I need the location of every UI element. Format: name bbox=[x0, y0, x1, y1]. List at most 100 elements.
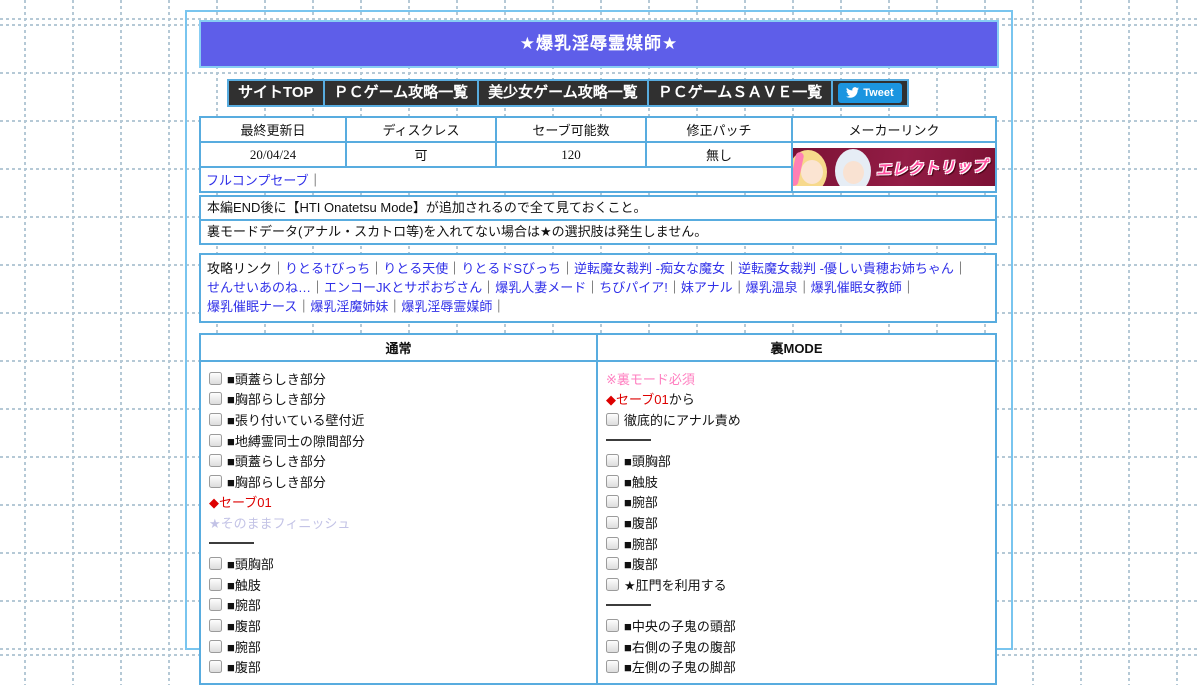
choice-checkbox[interactable] bbox=[606, 515, 619, 529]
choice-item[interactable]: ■腕部 bbox=[209, 595, 590, 616]
page-title: ★爆乳淫辱霊媒師★ bbox=[199, 20, 999, 68]
choice-checkbox[interactable] bbox=[209, 454, 222, 468]
choice-item[interactable]: ■張り付いている壁付近 bbox=[209, 409, 590, 430]
choice-item[interactable]: ■右側の子鬼の腹部 bbox=[606, 636, 989, 657]
choice-item[interactable]: ■胸部らしき部分 bbox=[209, 471, 590, 492]
choice-item[interactable]: ■腕部 bbox=[209, 636, 590, 657]
choice-checkbox[interactable] bbox=[606, 495, 619, 509]
choice-checkbox[interactable] bbox=[209, 639, 222, 653]
choice-item[interactable]: ■腹部 bbox=[209, 656, 590, 677]
walkthrough-link[interactable]: ちびパイア! bbox=[599, 280, 668, 295]
choice-checkbox[interactable] bbox=[606, 454, 619, 468]
walkthrough-link[interactable]: 爆乳淫魔姉妹 bbox=[310, 299, 388, 314]
info-header-maker-link: メーカーリンク bbox=[791, 116, 997, 143]
item-text: ■腕部 bbox=[624, 495, 658, 511]
nav-button-0[interactable]: サイトTOP bbox=[229, 81, 323, 105]
tweet-button[interactable]: Tweet bbox=[838, 83, 902, 103]
choice-checkbox[interactable] bbox=[209, 598, 222, 612]
walkthrough-link[interactable]: りとる†びっち bbox=[285, 261, 370, 276]
walkthrough-link[interactable]: 妹アナル bbox=[681, 280, 733, 295]
choice-item[interactable]: 徹底的にアナル責め bbox=[606, 409, 989, 430]
banner-blonde-face bbox=[801, 160, 823, 184]
choice-item[interactable]: ■頭蓋らしき部分 bbox=[209, 450, 590, 471]
walkthrough-link[interactable]: りとる天使 bbox=[383, 261, 448, 276]
item-text: 徹底的にアナル責め bbox=[624, 412, 741, 428]
choice-checkbox[interactable] bbox=[606, 412, 619, 426]
maker-banner-cell: エレクトリップ bbox=[791, 141, 997, 193]
banner-brand-text: エレクトリップ bbox=[875, 158, 989, 179]
item-text: ◆セーブ01 bbox=[209, 495, 272, 511]
choice-item[interactable]: ■左側の子鬼の脚部 bbox=[606, 656, 989, 677]
choice-item[interactable]: ★肛門を利用する bbox=[606, 574, 989, 595]
link-separator: ｜ bbox=[797, 280, 811, 295]
link-separator: ｜ bbox=[560, 261, 574, 276]
choice-checkbox[interactable] bbox=[209, 557, 222, 571]
maker-banner[interactable]: エレクトリップ bbox=[793, 148, 995, 186]
choice-checkbox[interactable] bbox=[209, 433, 222, 447]
choice-item[interactable]: ■腹部 bbox=[606, 553, 989, 574]
walkthrough-link[interactable]: 爆乳催眠女教師 bbox=[811, 280, 902, 295]
nav-button-3[interactable]: ＰＣゲームＳＡＶＥ一覧 bbox=[648, 81, 832, 105]
note-hti-mode: 本編END後に【HTI Onatetsu Mode】が追加されるので全て見ておく… bbox=[207, 200, 647, 215]
fullcomp-save-link[interactable]: フルコンプセーブ bbox=[206, 173, 309, 188]
choice-item[interactable]: ■触肢 bbox=[209, 574, 590, 595]
info-value-row: 20/04/24 可 120 無し エレクトリップ bbox=[199, 141, 997, 193]
choice-checkbox[interactable] bbox=[606, 660, 619, 674]
choice-checkbox[interactable] bbox=[209, 474, 222, 488]
choice-checkbox[interactable] bbox=[606, 474, 619, 488]
choice-checkbox[interactable] bbox=[209, 660, 222, 674]
choice-item[interactable]: ■頭胸部 bbox=[209, 553, 590, 574]
item-text: ◆セーブ01 bbox=[606, 392, 669, 408]
walkthrough-link[interactable]: 逆転魔女裁判 -痴女な魔女 bbox=[574, 261, 725, 276]
choice-checkbox[interactable] bbox=[209, 371, 222, 385]
item-text: ★そのままフィニッシュ bbox=[209, 515, 351, 531]
main-content-frame: ★爆乳淫辱霊媒師★ サイトTOP ＰＣゲーム攻略一覧 美少女ゲーム攻略一覧 ＰＣゲーム… bbox=[185, 10, 1013, 685]
game-info-table: 最終更新日 ディスクレス セーブ可能数 修正パッチ メーカーリンク 20/04/… bbox=[199, 116, 997, 193]
choice-item[interactable]: ■腕部 bbox=[606, 533, 989, 554]
choices-section: 通常 裏MODE ■頭蓋らしき部分 ■胸部らしき部分 ■張り付いている壁付近 ■地縛霊… bbox=[199, 333, 997, 685]
choice-item[interactable]: ■頭胸部 bbox=[606, 450, 989, 471]
link-separator: ｜ bbox=[370, 261, 384, 276]
choice-checkbox[interactable] bbox=[209, 412, 222, 426]
choice-checkbox[interactable] bbox=[209, 577, 222, 591]
walkthrough-link[interactable]: 爆乳人妻メード bbox=[495, 280, 586, 295]
normal-column-body: ■頭蓋らしき部分 ■胸部らしき部分 ■張り付いている壁付近 ■地縛霊同士の隙間部分 ■頭… bbox=[201, 362, 598, 683]
item-text: ■胸部らしき部分 bbox=[227, 392, 326, 408]
walkthrough-link[interactable]: 爆乳温泉 bbox=[746, 280, 798, 295]
note-item: ※裏モード必須 bbox=[606, 368, 989, 389]
walkthrough-link[interactable]: 爆乳催眠ナース bbox=[207, 299, 297, 314]
choice-checkbox[interactable] bbox=[606, 639, 619, 653]
nav-button-2[interactable]: 美少女ゲーム攻略一覧 bbox=[479, 81, 647, 105]
walkthrough-link[interactable]: せんせいあのね… bbox=[207, 280, 311, 295]
walkthrough-link[interactable]: エンコーJKとサポおぢさん bbox=[324, 280, 482, 295]
walkthrough-link[interactable]: 逆転魔女裁判 -優しい貴穂お姉ちゃん bbox=[738, 261, 954, 276]
item-text: ■頭蓋らしき部分 bbox=[227, 454, 326, 470]
choice-item[interactable]: ■胸部らしき部分 bbox=[209, 389, 590, 410]
choice-item[interactable]: ■地縛霊同士の隙間部分 bbox=[209, 430, 590, 451]
choice-checkbox[interactable] bbox=[209, 392, 222, 406]
info-header-patch: 修正パッチ bbox=[645, 116, 793, 143]
choice-item[interactable]: ■腕部 bbox=[606, 492, 989, 513]
choice-checkbox[interactable] bbox=[606, 557, 619, 571]
nav-button-1[interactable]: ＰＣゲーム攻略一覧 bbox=[324, 81, 478, 105]
choice-item[interactable]: ■触肢 bbox=[606, 471, 989, 492]
link-separator: ｜ bbox=[311, 280, 325, 295]
item-text: ■左側の子鬼の脚部 bbox=[624, 660, 736, 676]
choice-item[interactable]: ■腹部 bbox=[209, 615, 590, 636]
item-text: ■右側の子鬼の腹部 bbox=[624, 639, 736, 655]
choice-checkbox[interactable] bbox=[606, 536, 619, 550]
choice-item[interactable]: ■腹部 bbox=[606, 512, 989, 533]
section-divider bbox=[606, 595, 989, 616]
item-text: から bbox=[668, 392, 695, 408]
link-separator: ｜ bbox=[901, 280, 915, 295]
choice-item[interactable]: ■頭蓋らしき部分 bbox=[209, 368, 590, 389]
choice-checkbox[interactable] bbox=[606, 577, 619, 591]
walkthrough-link[interactable]: りとるドSびっち bbox=[461, 261, 561, 276]
link-separator: ｜ bbox=[448, 261, 462, 276]
item-text: ■中央の子鬼の頭部 bbox=[624, 618, 736, 634]
item-text: ■触肢 bbox=[227, 577, 261, 593]
walkthrough-link[interactable]: 爆乳淫辱霊媒師 bbox=[401, 299, 492, 314]
choice-item[interactable]: ■中央の子鬼の頭部 bbox=[606, 615, 989, 636]
item-text: ■腹部 bbox=[227, 660, 261, 676]
item-text: ■腕部 bbox=[227, 598, 261, 614]
